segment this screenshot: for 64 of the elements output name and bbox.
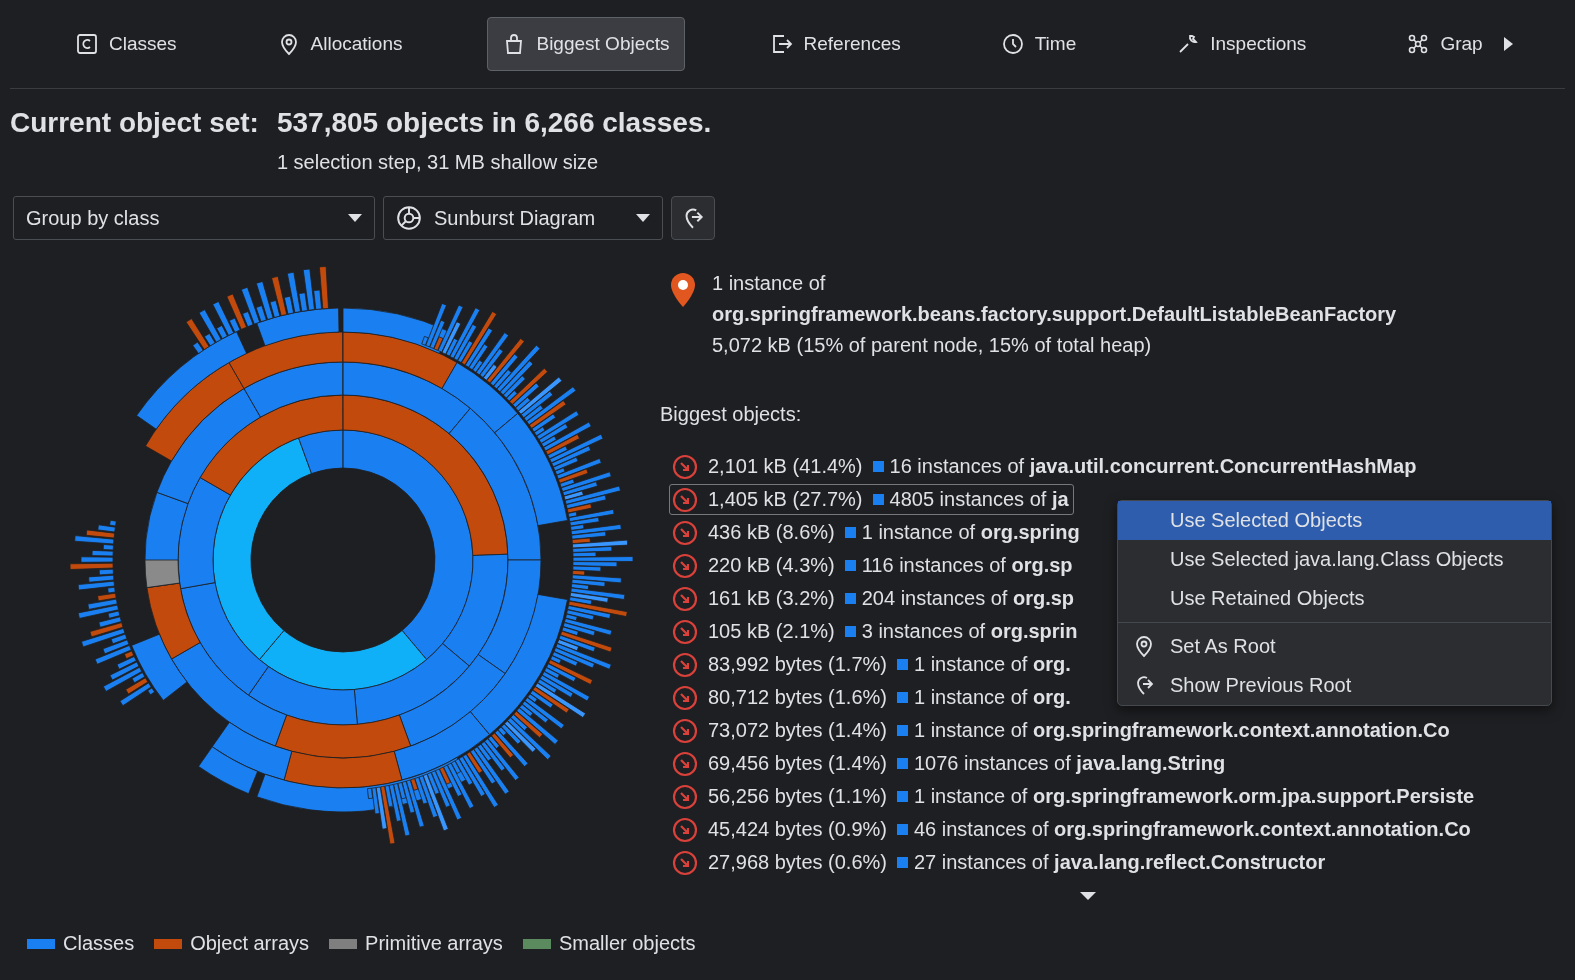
menu-item[interactable]: Use Selected java.lang.Class Objects xyxy=(1118,540,1551,579)
tab[interactable]: Classes xyxy=(60,17,192,71)
object-row[interactable]: 73,072 bytes (1.4%) 1 instance of org.springframework.context.annotation.Co xyxy=(669,715,1455,746)
object-row[interactable]: 1,405 kB (27.7%) 4805 instances of ja xyxy=(669,484,1074,515)
object-description: 1 instance of org.springframework.context.annotation.Co xyxy=(914,719,1450,742)
object-row[interactable]: 83,992 bytes (1.7%) 1 instance of org. xyxy=(669,649,1076,680)
object-size: 436 kB (8.6%) xyxy=(708,521,835,544)
object-set-label: Current object set: xyxy=(10,107,259,139)
object-description: 4805 instances of ja xyxy=(889,488,1069,511)
tab[interactable]: References xyxy=(754,17,916,71)
object-row[interactable]: 45,424 bytes (0.9%) 46 instances of org.springframework.context.annotation.Co xyxy=(669,814,1476,845)
menu-item[interactable]: Use Selected Objects xyxy=(1118,501,1551,540)
object-row[interactable]: 105 kB (2.1%) 3 instances of org.sprin xyxy=(669,616,1083,647)
object-row[interactable]: 80,712 bytes (1.6%) 1 instance of org. xyxy=(669,682,1076,713)
object-size: 56,256 bytes (1.1%) xyxy=(708,785,887,808)
object-size: 27,968 bytes (0.6%) xyxy=(708,851,887,874)
object-row[interactable]: 161 kB (3.2%) 204 instances of org.sp xyxy=(669,583,1080,614)
biggest-objects-label: Biggest objects: xyxy=(660,403,803,426)
object-size: 105 kB (2.1%) xyxy=(708,620,835,643)
selection-summary: 1 selection step, 31 MB shallow size xyxy=(276,151,600,174)
object-description: 46 instances of org.springframework.context.annotation.Co xyxy=(914,818,1471,841)
object-row[interactable]: 2,101 kB (41.4%) 16 instances of java.util.concurrent.ConcurrentHashMap xyxy=(669,451,1422,482)
object-description: 1 instance of org.spring xyxy=(861,521,1080,544)
object-row[interactable]: 56,256 bytes (1.1%) 1 instance of org.springframework.orm.jpa.support.Persiste xyxy=(669,781,1480,812)
object-description: 204 instances of org.sp xyxy=(861,587,1075,610)
object-set-summary: 537,805 objects in 6,266 classes. xyxy=(276,107,712,139)
object-size: 80,712 bytes (1.6%) xyxy=(708,686,887,709)
view-dropdown[interactable]: Sunburst Diagram xyxy=(383,196,663,240)
object-row[interactable]: 436 kB (8.6%) 1 instance of org.spring xyxy=(669,517,1085,548)
object-description: 1076 instances of java.lang.String xyxy=(914,752,1226,775)
object-size: 1,405 kB (27.7%) xyxy=(708,488,863,511)
object-size: 83,992 bytes (1.7%) xyxy=(708,653,887,676)
menu-item[interactable]: Use Retained Objects xyxy=(1118,579,1551,618)
object-description: 1 instance of org.springframework.orm.jpa.support.Persiste xyxy=(914,785,1475,808)
object-size: 69,456 bytes (1.4%) xyxy=(708,752,887,775)
object-row[interactable]: 220 kB (4.3%) 116 instances of org.sp xyxy=(669,550,1078,581)
object-row[interactable]: 27,968 bytes (0.6%) 27 instances of java.lang.reflect.Constructor xyxy=(669,847,1331,878)
object-description: 1 instance of org. xyxy=(914,686,1071,709)
object-description: 3 instances of org.sprin xyxy=(861,620,1078,643)
object-description: 16 instances of java.util.concurrent.ConcurrentHashMap xyxy=(889,455,1417,478)
legend-label: Classes xyxy=(63,932,135,955)
size-summary: 5,072 kB (15% of parent node, 15% of total heap) xyxy=(712,334,1153,357)
legend-label: Primitive arrays xyxy=(365,932,503,955)
tab[interactable]: Grap xyxy=(1391,17,1498,71)
legend-label: Object arrays xyxy=(190,932,310,955)
tab[interactable]: Biggest Objects xyxy=(487,17,685,71)
object-size: 73,072 bytes (1.4%) xyxy=(708,719,887,742)
object-row[interactable]: 69,456 bytes (1.4%) 1076 instances of java.lang.String xyxy=(669,748,1231,779)
object-size: 220 kB (4.3%) xyxy=(708,554,835,577)
tab[interactable]: Time xyxy=(985,17,1092,71)
tab[interactable]: Allocations xyxy=(261,17,418,71)
object-description: 1 instance of org. xyxy=(914,653,1071,676)
object-size: 161 kB (3.2%) xyxy=(708,587,835,610)
object-size: 2,101 kB (41.4%) xyxy=(708,455,863,478)
instance-count: 1 instance of xyxy=(712,272,827,295)
class-name: org.springframework.beans.factory.support.DefaultListableBeanFactory xyxy=(712,303,1397,326)
object-size: 45,424 bytes (0.9%) xyxy=(708,818,887,841)
menu-item[interactable]: Show Previous Root xyxy=(1118,666,1551,705)
object-description: 27 instances of java.lang.reflect.Constructor xyxy=(914,851,1326,874)
legend-label: Smaller objects xyxy=(558,932,696,955)
tab[interactable]: Inspections xyxy=(1161,17,1322,71)
grouping-dropdown[interactable]: Group by class xyxy=(13,196,375,240)
object-description: 116 instances of org.sp xyxy=(861,554,1073,577)
menu-item[interactable]: Set As Root xyxy=(1118,627,1551,666)
